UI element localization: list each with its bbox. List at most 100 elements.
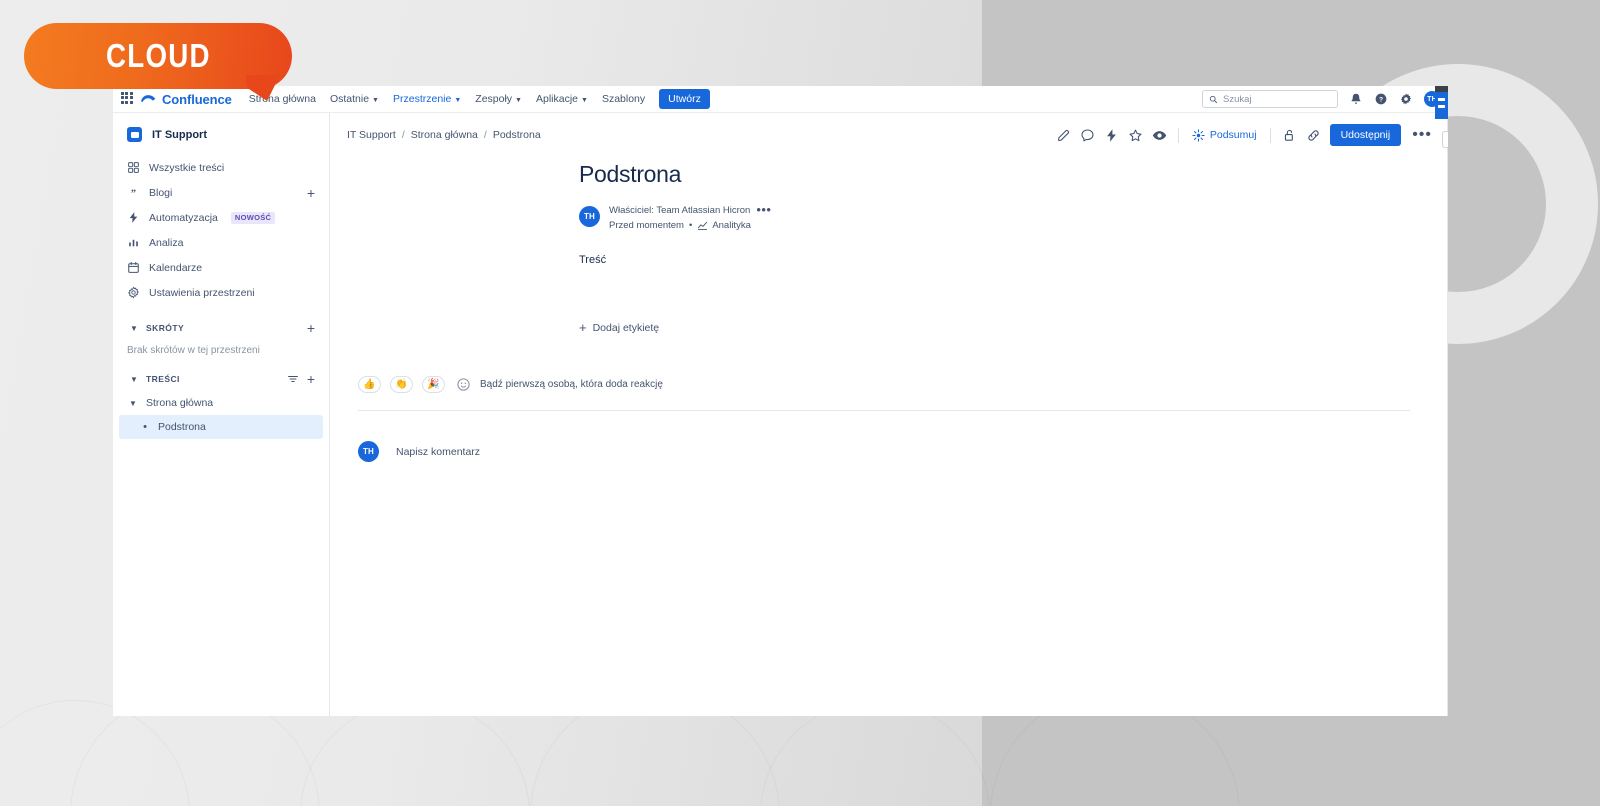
page-action-group: Podsumuj Udostępnij ••• — [1056, 124, 1440, 146]
page-body-text: Treść — [579, 254, 607, 266]
tree-item-strona-glowna[interactable]: ▼ Strona główna — [119, 391, 323, 415]
section-title: SKRÓTY — [146, 323, 185, 333]
nav-item-szablony[interactable]: Szablony — [595, 89, 652, 109]
search-input[interactable]: Szukaj — [1202, 90, 1338, 108]
avatar[interactable]: TH — [579, 206, 600, 227]
app-switcher-icon[interactable] — [121, 92, 135, 106]
page-title: Podstrona — [579, 161, 682, 187]
add-label-text: Dodaj etykietę — [592, 321, 660, 334]
space-sidebar: IT Support Wszystkie treści ” Blogi + Au… — [113, 113, 330, 716]
add-blog-button[interactable]: + — [307, 186, 315, 200]
nav-item-label: Przestrzenie — [392, 93, 452, 105]
ai-sparkle-icon — [1192, 128, 1205, 142]
help-question-icon[interactable]: ? — [1374, 92, 1388, 106]
tree-item-label: Strona główna — [146, 397, 214, 409]
chevron-down-icon[interactable]: ▼ — [127, 372, 141, 386]
section-header-content: ▼ TREŚCI + — [119, 367, 323, 391]
svg-text:?: ? — [1379, 97, 1383, 104]
page-content-area: IT Support / Strona główna / Podstrona P… — [330, 113, 1448, 716]
cloud-badge-overlay: CLOUD — [24, 23, 292, 101]
brand-name: Confluence — [162, 91, 232, 107]
space-header[interactable]: IT Support — [113, 123, 329, 146]
comment-composer[interactable]: TH Napisz komentarz — [330, 441, 1448, 462]
sidebar-item-label: Automatyzacja — [149, 211, 218, 224]
quote-icon: ” — [131, 188, 136, 199]
window-edge-strip — [1435, 86, 1448, 92]
confluence-screenshot-panel: Confluence Strona główna Ostatnie ▼ Prze… — [113, 86, 1448, 716]
more-ellipsis-icon[interactable]: ••• — [1410, 126, 1434, 143]
party-popper-reaction[interactable]: 🎉 — [422, 376, 445, 393]
nav-item-label: Ostatnie — [329, 93, 370, 105]
gear-icon[interactable] — [1399, 92, 1413, 106]
bell-icon[interactable] — [1349, 92, 1363, 106]
page-document: Podstrona TH Właściciel: Team Atlassian … — [330, 161, 1448, 266]
analytics-link[interactable]: Analityka — [697, 220, 751, 231]
sidebar-item-label: Kalendarze — [149, 261, 203, 274]
search-placeholder: Szukaj — [1223, 93, 1252, 105]
star-icon[interactable] — [1128, 128, 1143, 143]
space-avatar-icon — [127, 127, 142, 142]
link-icon[interactable] — [1306, 128, 1321, 143]
sidebar-item-automatyzacja[interactable]: Automatyzacja NOWOŚĆ — [119, 205, 323, 230]
breadcrumb-item-space[interactable]: IT Support — [347, 129, 396, 141]
nav-item-label: Szablony — [601, 93, 646, 105]
breadcrumb: IT Support / Strona główna / Podstrona — [347, 129, 541, 141]
comment-placeholder[interactable]: Napisz komentarz — [396, 446, 480, 458]
sidebar-item-label: Blogi — [149, 186, 173, 199]
more-ellipsis-icon[interactable]: ••• — [756, 204, 771, 216]
confluence-home-link[interactable]: Confluence — [141, 91, 232, 107]
labels-row: + Dodaj etykietę — [330, 321, 1448, 334]
sidebar-item-wszystkie-tresci[interactable]: Wszystkie treści — [119, 155, 323, 180]
chevron-down-icon: ▼ — [372, 96, 379, 104]
nav-item-aplikacje[interactable]: Aplikacje ▼ — [529, 89, 595, 109]
app-body: IT Support Wszystkie treści ” Blogi + Au… — [113, 113, 1448, 716]
watch-eye-icon[interactable] — [1152, 128, 1167, 143]
reactions-section: 👍 👏 🎉 Bądź pierwszą osobą, która doda re… — [330, 376, 1448, 411]
page-modified-time: Przed momentem — [609, 220, 684, 231]
clap-reaction[interactable]: 👏 — [390, 376, 413, 393]
add-content-button[interactable]: + — [307, 372, 315, 386]
sidebar-item-label: Wszystkie treści — [149, 161, 225, 174]
page-owner-text: Właściciel: Team Atlassian Hicron — [609, 205, 751, 216]
window-edge-bar — [1438, 105, 1445, 108]
summarize-button[interactable]: Podsumuj — [1190, 127, 1259, 144]
add-reaction-smiley-icon[interactable] — [456, 377, 471, 392]
lightning-icon — [129, 212, 138, 223]
chevron-down-icon: ▼ — [515, 96, 522, 104]
nav-item-zespoly[interactable]: Zespoły ▼ — [468, 89, 529, 109]
bullet-icon: • — [143, 420, 147, 433]
breadcrumb-separator: / — [401, 129, 405, 141]
nav-item-przestrzenie[interactable]: Przestrzenie ▼ — [386, 89, 468, 109]
cloud-badge-label: CLOUD — [105, 37, 211, 74]
lock-unlocked-icon[interactable] — [1282, 128, 1297, 143]
add-label-button[interactable]: + Dodaj etykietę — [579, 321, 659, 334]
thumbs-up-reaction[interactable]: 👍 — [358, 376, 381, 393]
breadcrumb-item-current[interactable]: Podstrona — [493, 129, 541, 141]
breadcrumb-separator: / — [483, 129, 487, 141]
share-button[interactable]: Udostępnij — [1329, 124, 1402, 146]
add-shortcut-button[interactable]: + — [307, 321, 315, 335]
plus-icon: + — [579, 320, 587, 335]
edit-pencil-icon[interactable] — [1056, 128, 1071, 143]
breadcrumb-item-parent[interactable]: Strona główna — [411, 129, 478, 141]
sidebar-item-ustawienia-przestrzeni[interactable]: Ustawienia przestrzeni — [119, 280, 323, 305]
sidebar-item-blogi[interactable]: ” Blogi + — [119, 180, 323, 205]
nav-item-ostatnie[interactable]: Ostatnie ▼ — [323, 89, 386, 109]
chevron-down-icon[interactable]: ▼ — [127, 321, 141, 335]
chevron-down-icon[interactable]: ▼ — [127, 399, 139, 408]
lightning-icon[interactable] — [1104, 128, 1119, 143]
section-title: TREŚCI — [146, 374, 180, 384]
space-nav-list: Wszystkie treści ” Blogi + Automatyzacja… — [113, 155, 329, 305]
global-nav-right-group: Szukaj ? TH — [1202, 90, 1448, 108]
tree-item-podstrona[interactable]: • Podstrona — [119, 415, 323, 439]
calendar-icon — [128, 261, 139, 273]
create-button[interactable]: Utwórz — [659, 89, 710, 109]
gear-icon — [127, 286, 140, 299]
comment-icon[interactable] — [1080, 128, 1095, 143]
filter-icon[interactable] — [287, 373, 299, 385]
grid-content-icon — [128, 162, 139, 173]
sidebar-item-analiza[interactable]: Analiza — [119, 230, 323, 255]
section-divider — [358, 410, 1410, 411]
reactions-prompt-text: Bądź pierwszą osobą, która doda reakcję — [480, 379, 663, 390]
sidebar-item-kalendarze[interactable]: Kalendarze — [119, 255, 323, 280]
